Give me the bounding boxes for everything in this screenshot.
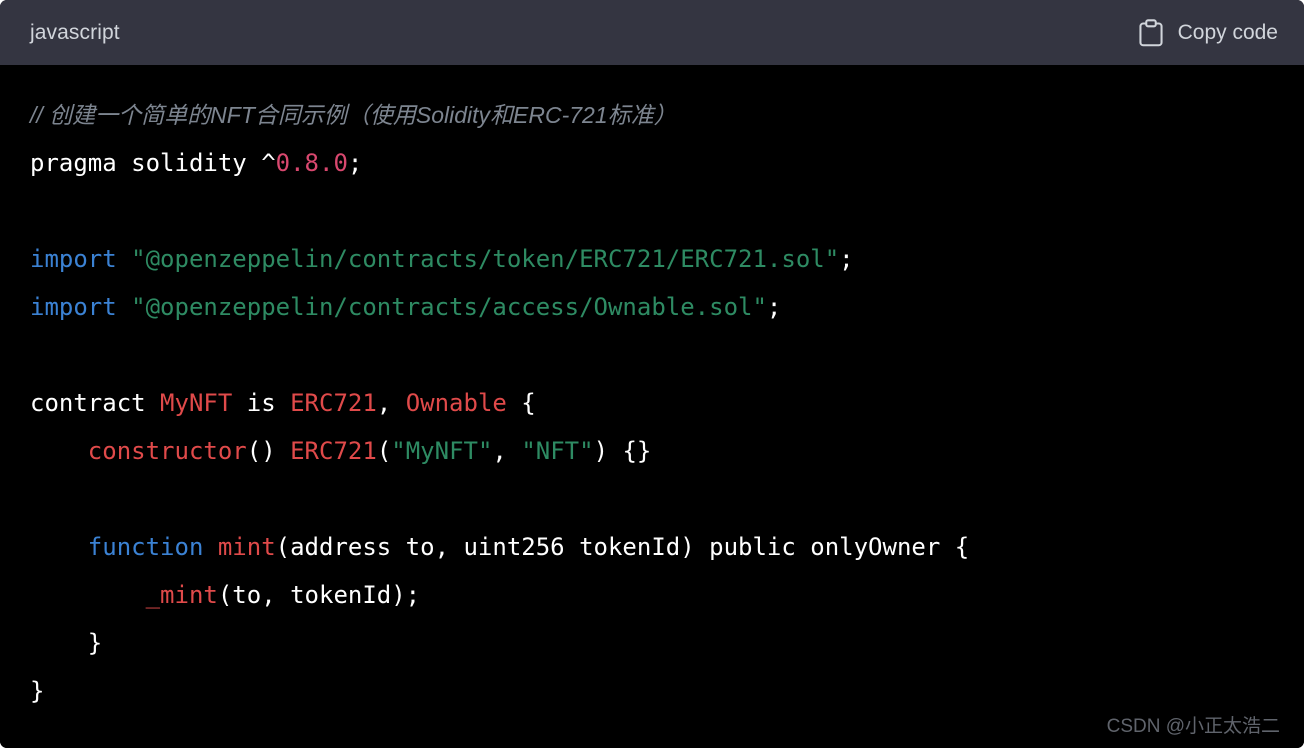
- code-token-plain: {: [506, 389, 536, 417]
- code-token-plain: ,: [492, 437, 522, 465]
- code-line: constructor() ERC721("MyNFT", "NFT") {}: [30, 427, 1274, 475]
- code-line: _mint(to, tokenId);: [30, 571, 1274, 619]
- code-token-type: MyNFT: [160, 389, 233, 417]
- code-token-plain: pragma solidity ^: [30, 149, 276, 177]
- code-token-plain: (to, tokenId);: [217, 581, 421, 609]
- code-body: // 创建一个简单的NFT合同示例（使用Solidity和ERC-721标准） …: [0, 65, 1304, 748]
- code-language-label: javascript: [30, 21, 120, 44]
- code-line: pragma solidity ^0.8.0;: [30, 139, 1274, 187]
- watermark: CSDN @小正太浩二: [1106, 716, 1280, 737]
- code-block-header: javascript Copy code: [0, 0, 1304, 65]
- code-token-plain: is: [232, 389, 291, 417]
- code-block: javascript Copy code // 创建一个简单的NFT合同示例（使…: [0, 0, 1304, 748]
- code-token-keyword: import: [30, 293, 117, 321]
- code-token-comment: // 创建一个简单的NFT合同示例（使用Solidity和ERC-721标准）: [30, 102, 677, 128]
- code-token-type: _mint: [145, 581, 218, 609]
- code-token-plain: contract: [30, 389, 161, 417]
- code-line: function mint(address to, uint256 tokenI…: [30, 523, 1274, 571]
- code-token-type: ERC721: [290, 389, 377, 417]
- code-token-plain: ,: [376, 389, 406, 417]
- code-token-plain: (address to, uint256 tokenId) public onl…: [275, 533, 970, 561]
- code-token-keyword: import: [30, 245, 117, 273]
- code-line: // 创建一个简单的NFT合同示例（使用Solidity和ERC-721标准）: [30, 91, 1274, 139]
- code-token-type: Ownable: [405, 389, 507, 417]
- code-line: contract MyNFT is ERC721, Ownable {: [30, 379, 1274, 427]
- code-token-plain: }: [30, 629, 103, 657]
- code-token-plain: ) {}: [593, 437, 652, 465]
- code-token-type: ERC721: [290, 437, 377, 465]
- code-token-string: "NFT": [521, 437, 594, 465]
- code-token-number: 0.8.0: [275, 149, 348, 177]
- copy-code-button[interactable]: Copy code: [1138, 18, 1278, 47]
- code-token-plain: (: [376, 437, 392, 465]
- code-line: }: [30, 619, 1274, 667]
- code-token-plain: ;: [347, 149, 363, 177]
- code-line: import "@openzeppelin/contracts/token/ER…: [30, 235, 1274, 283]
- code-token-string: "MyNFT": [391, 437, 493, 465]
- code-token-type: constructor: [87, 437, 247, 465]
- code-token-plain: (): [246, 437, 291, 465]
- code-token-plain: }: [30, 677, 45, 705]
- code-content[interactable]: // 创建一个简单的NFT合同示例（使用Solidity和ERC-721标准） …: [0, 65, 1304, 715]
- code-token-keyword: function: [87, 533, 204, 561]
- code-token-plain: ;: [839, 245, 854, 273]
- code-line: import "@openzeppelin/contracts/access/O…: [30, 283, 1274, 331]
- code-token-string: "@openzeppelin/contracts/access/Ownable.…: [131, 293, 767, 321]
- copy-code-label: Copy code: [1177, 21, 1278, 44]
- code-line: }: [30, 667, 1274, 715]
- clipboard-icon: [1138, 18, 1164, 47]
- code-token-string: "@openzeppelin/contracts/token/ERC721/ER…: [131, 245, 840, 273]
- code-token-plain: ;: [766, 293, 782, 321]
- code-token-type: mint: [217, 533, 276, 561]
